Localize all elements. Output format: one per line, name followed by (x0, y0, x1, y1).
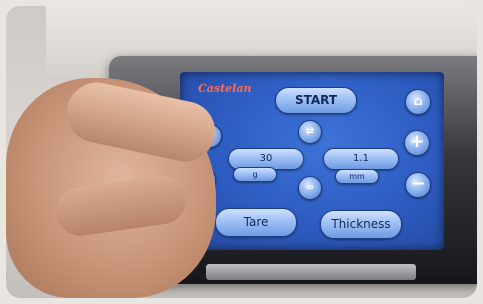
machine-base (206, 264, 416, 280)
mode-icon[interactable]: ⇄ (298, 120, 322, 144)
slice-icon[interactable]: ∞ (298, 176, 322, 200)
thickness-value[interactable]: 1.1 (323, 148, 399, 170)
photo-frame: Castelan START ⌂ ⇄ 30 g 1.1 mm ∞ + − + −… (6, 6, 477, 298)
thickness-minus-button[interactable]: − (405, 172, 431, 198)
start-button[interactable]: START (275, 87, 357, 114)
brand-logo: Castelan (198, 82, 252, 95)
thickness-button[interactable]: Thickness (320, 210, 402, 239)
tare-button[interactable]: Tare (215, 208, 297, 237)
home-icon[interactable]: ⌂ (405, 89, 431, 115)
touch-screen: Castelan START ⌂ ⇄ 30 g 1.1 mm ∞ + − + −… (180, 72, 444, 250)
weight-unit: g (233, 167, 277, 182)
thickness-unit: mm (335, 169, 379, 184)
thickness-plus-button[interactable]: + (404, 130, 430, 156)
